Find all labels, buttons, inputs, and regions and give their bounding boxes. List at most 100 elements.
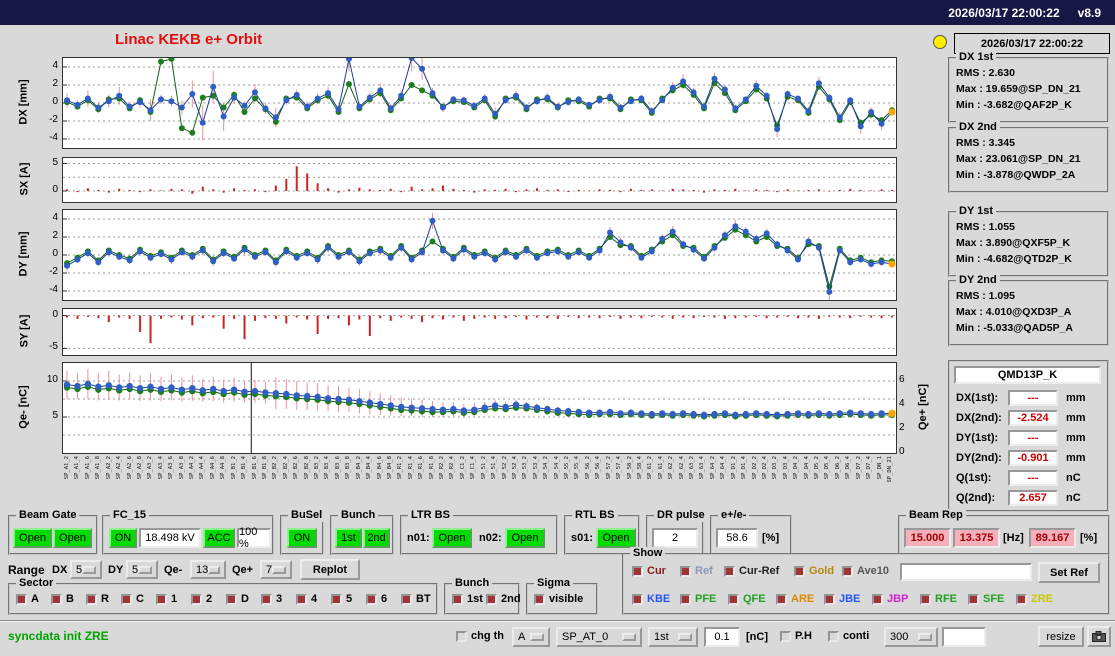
- sector-checkbox-c-label: C: [136, 593, 144, 605]
- show-checkbox-kbe[interactable]: KBE: [632, 593, 670, 605]
- sector-checkbox-a[interactable]: A: [16, 593, 39, 605]
- bunch-1st-button[interactable]: 1st: [335, 528, 362, 548]
- plot-sx-steering: [62, 157, 897, 203]
- rtl-s01-open-button[interactable]: Open: [596, 528, 636, 548]
- sector-checkbox-bt[interactable]: BT: [401, 593, 431, 605]
- bpm-detail-row-unit: mm: [1066, 432, 1086, 444]
- fc15-on-button[interactable]: ON: [109, 528, 137, 548]
- show-checkbox-cur[interactable]: Cur: [632, 565, 666, 577]
- range-dy-dropdown[interactable]: 5: [126, 560, 158, 579]
- range-qem-dropdown[interactable]: 13: [190, 560, 226, 579]
- bpm-label: SP_53_2: [522, 456, 529, 480]
- bpm-label: SP_B2_2: [272, 456, 279, 480]
- busel-on-button[interactable]: ON: [287, 528, 317, 548]
- sector-checkbox-d-indicator: [226, 593, 237, 605]
- show-checkbox-zre[interactable]: ZRE: [1016, 593, 1053, 605]
- bunch-2nd-button[interactable]: 2nd: [363, 528, 390, 548]
- sector-checkbox-5[interactable]: 5: [331, 593, 352, 605]
- show-checkbox-gold-indicator: [794, 565, 805, 577]
- stats-line: Max : 4.010@QXD3P_A: [956, 306, 1072, 318]
- sector-checkbox-b-label: B: [66, 593, 74, 605]
- bpm-label: SP_61_2: [647, 456, 654, 480]
- sector-checkbox-r[interactable]: R: [86, 593, 109, 605]
- beam-rep-value3: 89.167: [1029, 528, 1076, 548]
- axis-label-text: SY [A]: [18, 314, 30, 348]
- sector-checkbox-1[interactable]: 1: [156, 593, 177, 605]
- bpm-detail-row-label: DY(1st):: [956, 432, 999, 444]
- show-checkbox-ave10[interactable]: Ave10: [842, 565, 889, 577]
- statusbar-entry[interactable]: [942, 627, 986, 647]
- axis-label-text: DX [mm]: [18, 79, 31, 125]
- bpm-detail-row-label: DX(2nd):: [956, 412, 1002, 424]
- menu-indicator-icon: [208, 565, 220, 574]
- bpm-label: SP_54_2: [543, 456, 550, 480]
- show-checkbox-sfe-indicator: [968, 593, 979, 605]
- beam-gate-label: Beam Gate: [16, 509, 80, 522]
- sector-checkbox-b[interactable]: B: [51, 593, 74, 605]
- conti-checkbox[interactable]: conti: [828, 630, 869, 642]
- status-message: syncdata init ZRE: [8, 629, 109, 643]
- sector-checkbox-d[interactable]: D: [226, 593, 249, 605]
- bpm-label: SP_DN_21: [887, 456, 893, 483]
- bpm-label: SP_A3_2: [147, 456, 154, 480]
- bunch-checkbox-1st[interactable]: 1st: [452, 593, 483, 605]
- rtl-bs-label: RTL BS: [572, 509, 618, 522]
- sector-checkbox-6[interactable]: 6: [366, 593, 387, 605]
- sector-checkbox-3[interactable]: 3: [261, 593, 282, 605]
- sp-at-value: SP_AT_0: [562, 631, 609, 643]
- show-checkbox-cur-ref[interactable]: Cur-Ref: [724, 565, 779, 577]
- range-qep-dropdown[interactable]: 7: [260, 560, 292, 579]
- bpm-label: SP_53_4: [532, 456, 539, 480]
- stats-line: Max : 23.061@SP_DN_21: [956, 153, 1081, 165]
- show-checkbox-gold[interactable]: Gold: [794, 565, 834, 577]
- fc15-percent-value: 100 %: [237, 526, 271, 550]
- show-checkbox-jbe-label: JBE: [839, 593, 861, 605]
- ltr-n01-open-button[interactable]: Open: [432, 528, 472, 548]
- bunch-1st-dropdown[interactable]: 1st: [648, 627, 698, 647]
- show-checkbox-cur-indicator: [632, 565, 643, 577]
- set-ref-button[interactable]: Set Ref: [1038, 562, 1100, 583]
- range-dx-dropdown[interactable]: 5: [70, 560, 102, 579]
- beam-gate-open2-button[interactable]: Open: [53, 528, 92, 548]
- fc15-acc-button[interactable]: ACC: [203, 528, 235, 548]
- show-checkbox-jbe[interactable]: JBE: [824, 593, 860, 605]
- show-checkbox-jbe-indicator: [824, 593, 835, 605]
- threshold-field[interactable]: 0.1: [704, 627, 740, 647]
- status-lamp-icon: [933, 35, 947, 49]
- y-tick-label: 10: [46, 374, 58, 385]
- fc15-kv-value: 18.498 kV: [139, 528, 201, 548]
- ltr-n02-open-button[interactable]: Open: [505, 528, 545, 548]
- show-checkbox-are[interactable]: ARE: [776, 593, 814, 605]
- screenshot-button[interactable]: [1087, 626, 1111, 647]
- plot-dy-canvas: [63, 212, 896, 300]
- sector-checkbox-a-label: A: [31, 593, 39, 605]
- beam-gate-open1-button[interactable]: Open: [13, 528, 52, 548]
- bunch-checkbox-2nd[interactable]: 2nd: [486, 593, 521, 605]
- sector-checkbox-2-label: 2: [206, 593, 213, 605]
- set-ref-entry[interactable]: [900, 563, 1032, 581]
- beam-rep-value1: 15.000: [904, 528, 951, 548]
- show-checkbox-sfe[interactable]: SFE: [968, 593, 1004, 605]
- sector-checkbox-4[interactable]: 4: [296, 593, 317, 605]
- show-checkbox-qfe[interactable]: QFE: [728, 593, 766, 605]
- show-checkbox-ref[interactable]: Ref: [680, 565, 713, 577]
- axis-label-dx: DX [mm]: [14, 57, 34, 147]
- replot-button[interactable]: Replot: [300, 559, 360, 580]
- resize-button[interactable]: resize: [1038, 626, 1084, 647]
- sector-checkbox-c[interactable]: C: [121, 593, 144, 605]
- beam-rep-group: Beam Rep 15.000 13.375 [Hz] 89.167 [%]: [898, 509, 1110, 555]
- show-checkbox-rfe[interactable]: RFE: [920, 593, 957, 605]
- sector-checkbox-6-indicator: [366, 593, 377, 605]
- show-checkbox-jbp[interactable]: JBP: [872, 593, 908, 605]
- option-a-dropdown[interactable]: A: [512, 627, 550, 647]
- stats-box-label: DX 1st: [956, 51, 997, 64]
- interval-dropdown[interactable]: 300: [884, 627, 938, 647]
- show-checkbox-pfe[interactable]: PFE: [680, 593, 716, 605]
- bpm-label: SP_D4_2: [793, 456, 800, 480]
- sp-at-dropdown[interactable]: SP_AT_0: [556, 627, 642, 647]
- ph-checkbox[interactable]: P.H: [780, 630, 812, 642]
- chg-th-checkbox[interactable]: chg th: [456, 630, 504, 642]
- show-checkbox-pfe-indicator: [680, 593, 691, 605]
- sigma-checkbox-visible[interactable]: visible: [534, 593, 583, 605]
- sector-checkbox-2[interactable]: 2: [191, 593, 212, 605]
